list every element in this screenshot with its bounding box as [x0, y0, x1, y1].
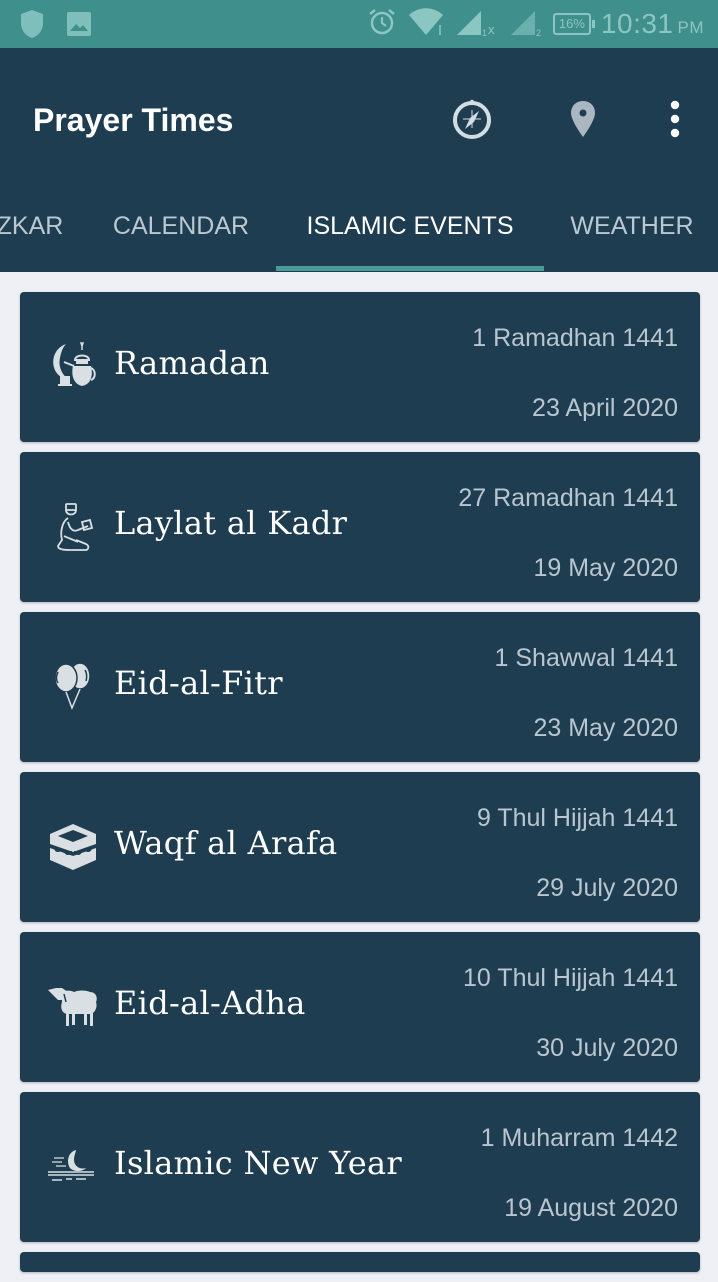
hijri-date: 1 Muharram 1442 — [480, 1124, 678, 1152]
event-name: Eid-al-Adha — [114, 984, 306, 1022]
kaaba-icon — [46, 820, 100, 874]
event-card-eid-al-adha[interactable]: Eid-al-Adha 10 Thul Hijjah 1441 30 July … — [20, 932, 700, 1082]
event-card-islamic-new-year[interactable]: Islamic New Year 1 Muharram 1442 19 Augu… — [20, 1092, 700, 1242]
event-name: Islamic New Year — [114, 1144, 403, 1182]
clock-ampm: PM — [677, 18, 704, 37]
tab-azkar[interactable]: ZKAR — [0, 198, 66, 268]
clock-time: 10:31 — [600, 8, 674, 39]
gregorian-date: 29 July 2020 — [536, 874, 678, 902]
praying-man-icon — [46, 500, 100, 554]
clock: 10:31 PM — [601, 8, 704, 40]
crescent-lantern-icon — [46, 340, 100, 394]
event-card-eid-al-fitr[interactable]: Eid-al-Fitr 1 Shawwal 1441 23 May 2020 — [20, 612, 700, 762]
event-name: Waqf al Arafa — [114, 824, 338, 862]
tab-bar: ZKAR CALENDAR ISLAMIC EVENTS WEATHER — [0, 198, 718, 272]
sheep-icon — [46, 980, 100, 1034]
more-vert-icon — [669, 100, 681, 143]
location-button[interactable] — [560, 98, 606, 144]
gregorian-date: 23 April 2020 — [532, 394, 678, 422]
gregorian-date: 30 July 2020 — [536, 1034, 678, 1062]
event-card-ramadan[interactable]: Ramadan 1 Ramadhan 1441 23 April 2020 — [20, 292, 700, 442]
compass-icon — [451, 98, 493, 145]
balloons-icon — [46, 660, 100, 714]
crescent-horizon-icon — [46, 1140, 100, 1194]
hijri-date: 1 Ramadhan 1441 — [472, 324, 678, 352]
hijri-date: 27 Ramadhan 1441 — [458, 484, 678, 512]
app-title: Prayer Times — [33, 102, 234, 138]
status-bar: 1x 2 16% 10:31 PM — [0, 0, 718, 48]
svg-text:x: x — [488, 22, 495, 37]
signal-sim1-icon: 1x — [455, 7, 499, 42]
tab-calendar[interactable]: CALENDAR — [100, 198, 262, 268]
hijri-date: 1 Shawwal 1441 — [494, 644, 678, 672]
shield-icon — [20, 9, 44, 44]
svg-text:1: 1 — [482, 28, 487, 37]
tab-weather[interactable]: WEATHER — [560, 198, 704, 268]
signal-sim2-icon: 2 — [509, 7, 543, 42]
event-name: Eid-al-Fitr — [114, 664, 283, 702]
hijri-date: 10 Thul Hijjah 1441 — [463, 964, 678, 992]
gregorian-date: 19 May 2020 — [533, 554, 678, 582]
location-pin-icon — [569, 99, 597, 144]
more-options-button[interactable] — [652, 98, 698, 144]
event-name: Laylat al Kadr — [114, 504, 348, 542]
app-bar: Prayer Times ZKAR CALENDAR ISLAMIC EVENT… — [0, 48, 718, 272]
tab-islamic-events[interactable]: ISLAMIC EVENTS — [276, 198, 544, 268]
alarm-icon — [367, 7, 397, 42]
event-card-waqf-al-arafa[interactable]: Waqf al Arafa 9 Thul Hijjah 1441 29 July… — [20, 772, 700, 922]
events-list[interactable]: Ramadan 1 Ramadhan 1441 23 April 2020 La… — [20, 292, 700, 1282]
compass-button[interactable] — [449, 98, 495, 144]
gregorian-date: 23 May 2020 — [533, 714, 678, 742]
hijri-date: 9 Thul Hijjah 1441 — [476, 804, 678, 832]
battery-indicator: 16% — [552, 13, 595, 35]
tab-indicator — [276, 266, 544, 271]
image-icon — [66, 11, 92, 42]
event-card-next[interactable] — [20, 1252, 700, 1272]
svg-text:2: 2 — [536, 28, 541, 37]
event-name: Ramadan — [114, 344, 270, 382]
event-card-laylat-al-kadr[interactable]: Laylat al Kadr 27 Ramadhan 1441 19 May 2… — [20, 452, 700, 602]
gregorian-date: 19 August 2020 — [504, 1194, 678, 1222]
wifi-icon — [407, 7, 445, 42]
